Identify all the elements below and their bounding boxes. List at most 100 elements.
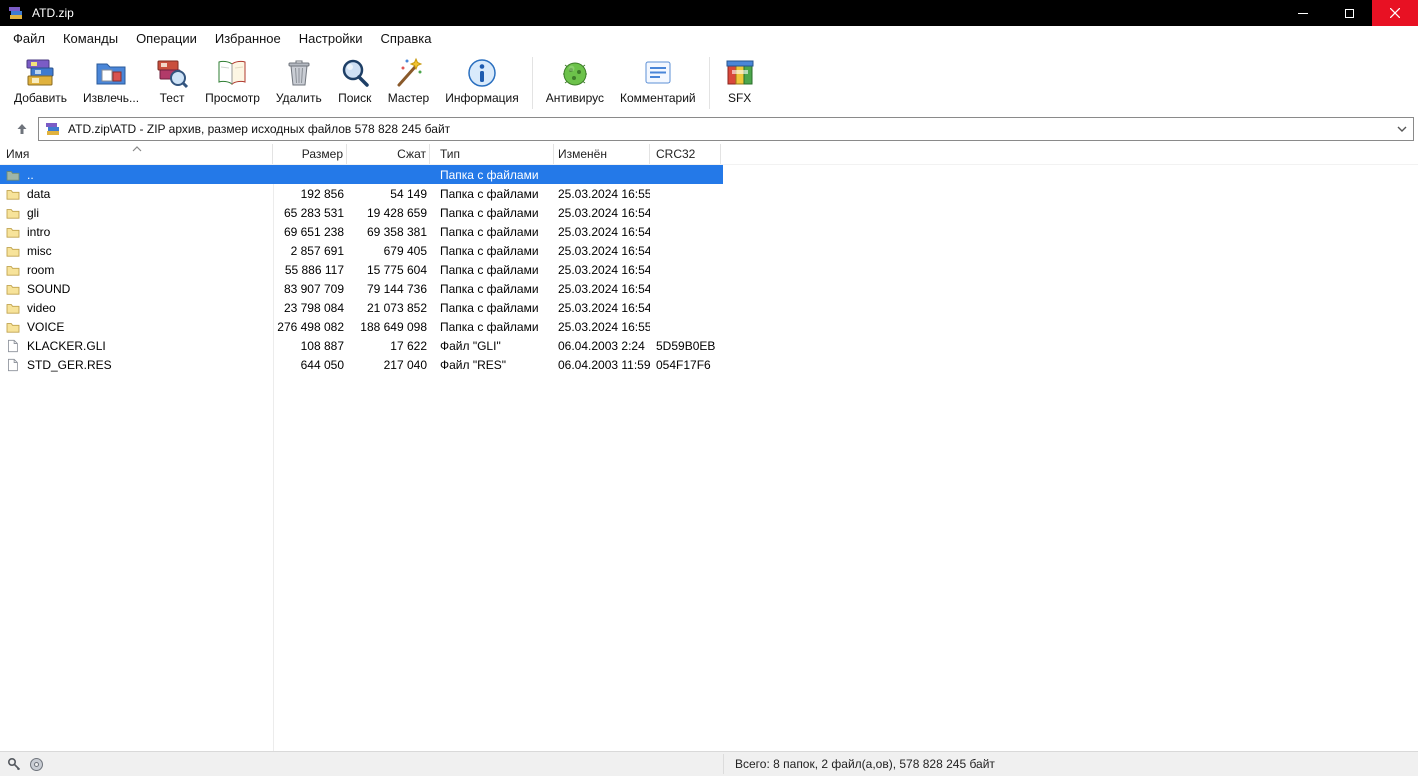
view-button-label: Просмотр — [205, 91, 260, 105]
cell-size: 276 498 082 — [277, 319, 344, 334]
cell-crc — [650, 260, 721, 279]
disk-icon[interactable] — [29, 757, 44, 772]
menu-favorites[interactable]: Избранное — [206, 28, 290, 49]
search-icon — [338, 56, 372, 90]
key-icon[interactable] — [7, 757, 22, 772]
test-button[interactable]: Тест — [147, 54, 197, 105]
folder-icon — [6, 302, 22, 314]
column-header-crc32[interactable]: CRC32 — [650, 144, 721, 164]
cell-name: STD_GER.RES — [0, 355, 273, 374]
sort-ascending-icon — [130, 144, 144, 152]
antivirus-button-label: Антивирус — [545, 91, 605, 105]
cell-name: .. — [0, 165, 273, 184]
comment-button[interactable]: Комментарий — [612, 54, 704, 105]
address-combobox[interactable]: ATD.zip\ATD - ZIP архив, размер исходных… — [38, 117, 1414, 141]
column-header-type[interactable]: Тип — [430, 144, 554, 164]
info-button[interactable]: Информация — [437, 54, 526, 105]
statusbar-divider — [723, 754, 724, 774]
cell-packed: 188 649 098 — [360, 319, 427, 334]
menu-operations[interactable]: Операции — [127, 28, 206, 49]
close-button[interactable] — [1372, 0, 1418, 26]
table-row[interactable]: SOUND 83 907 709 79 144 736 Папка с файлами… — [0, 279, 723, 298]
cell-modified: 25.03.2024 16:54 — [558, 281, 650, 296]
cell-packed — [347, 165, 430, 184]
cell-type: Папка с файлами — [440, 300, 539, 315]
cell-modified: 25.03.2024 16:55 — [558, 319, 650, 334]
sfx-button-label: SFX — [727, 91, 752, 105]
cell-modified: 06.04.2003 11:59 — [558, 357, 650, 372]
file-name: gli — [27, 205, 40, 220]
cell-name: data — [0, 184, 273, 203]
table-row[interactable]: data 192 856 54 149 Папка с файлами 25.03.20… — [0, 184, 723, 203]
column-header-modified[interactable]: Изменён — [554, 144, 650, 164]
cell-crc — [650, 241, 721, 260]
menu-help[interactable]: Справка — [372, 28, 441, 49]
extract-icon — [94, 56, 128, 90]
cell-size: 192 856 — [300, 186, 344, 201]
column-headers: Имя Размер Сжат Тип Изменён CRC32 — [0, 144, 1418, 165]
cell-crc — [650, 203, 721, 222]
table-row[interactable]: misc 2 857 691 679 405 Папка с файлами 25.03… — [0, 241, 723, 260]
cell-size: 108 887 — [300, 338, 344, 353]
test-button-label: Тест — [159, 91, 185, 105]
view-button[interactable]: Просмотр — [197, 54, 268, 105]
search-button-label: Поиск — [338, 91, 372, 105]
up-button[interactable] — [6, 117, 38, 141]
file-list-panel: Имя Размер Сжат Тип Изменён CRC32 .. Папк… — [0, 144, 1418, 751]
maximize-icon — [1344, 8, 1354, 18]
cell-name: VOICE — [0, 317, 273, 336]
cell-packed: 679 405 — [383, 243, 427, 258]
cell-type: Файл "RES" — [440, 357, 507, 372]
cell-name: misc — [0, 241, 273, 260]
table-row[interactable]: intro 69 651 238 69 358 381 Папка с файлами… — [0, 222, 723, 241]
table-row[interactable]: .. Папка с файлами — [0, 165, 723, 184]
table-row[interactable]: KLACKER.GLI 108 887 17 622 Файл "GLI" 06.04.… — [0, 336, 723, 355]
table-row[interactable]: room 55 886 117 15 775 604 Папка с файлами 2… — [0, 260, 723, 279]
cell-type: Папка с файлами — [440, 186, 539, 201]
addressbar: ATD.zip\ATD - ZIP архив, размер исходных… — [0, 116, 1418, 144]
cell-modified: 25.03.2024 16:54 — [558, 300, 650, 315]
column-header-packed[interactable]: Сжат — [347, 144, 430, 164]
cell-crc — [650, 317, 721, 336]
cell-size: 55 886 117 — [284, 262, 344, 277]
minimize-button[interactable] — [1280, 0, 1326, 26]
file-name: SOUND — [27, 281, 71, 296]
status-total: Всего: 8 папок, 2 файл(а,ов), 578 828 24… — [735, 757, 995, 771]
table-row[interactable]: video 23 798 084 21 073 852 Папка с файлами… — [0, 298, 723, 317]
close-icon — [1390, 8, 1400, 18]
add-button[interactable]: Добавить — [6, 54, 75, 105]
menu-commands[interactable]: Команды — [54, 28, 127, 49]
toolbar: Добавить Извлечь... Тест Просмотр Удалит… — [0, 50, 1418, 116]
info-icon — [465, 56, 499, 90]
cell-type: Папка с файлами — [440, 224, 539, 239]
search-button[interactable]: Поиск — [330, 54, 380, 105]
file-name: intro — [27, 224, 51, 239]
cell-packed: 217 040 — [383, 357, 427, 372]
file-name: room — [27, 262, 55, 277]
menu-file[interactable]: Файл — [4, 28, 54, 49]
cell-crc — [650, 165, 721, 184]
delete-button[interactable]: Удалить — [268, 54, 330, 105]
cell-modified: 25.03.2024 16:54 — [558, 243, 650, 258]
maximize-button[interactable] — [1326, 0, 1372, 26]
antivirus-button[interactable]: Антивирус — [538, 54, 612, 105]
folder-icon — [6, 321, 22, 333]
table-row[interactable]: gli 65 283 531 19 428 659 Папка с файлами 25… — [0, 203, 723, 222]
folder-icon — [6, 264, 22, 276]
file-list: .. Папка с файлами data 192 856 54 149 Папка … — [0, 165, 1418, 374]
cell-packed: 21 073 852 — [366, 300, 427, 315]
wizard-button[interactable]: Мастер — [380, 54, 438, 105]
menu-settings[interactable]: Настройки — [290, 28, 372, 49]
folder-icon — [6, 245, 22, 257]
extract-button[interactable]: Извлечь... — [75, 54, 147, 105]
cell-size — [273, 165, 347, 184]
view-icon — [215, 56, 249, 90]
sfx-button[interactable]: SFX — [715, 54, 765, 105]
cell-size: 69 651 238 — [283, 224, 344, 239]
chevron-down-icon[interactable] — [1391, 126, 1407, 132]
cell-name: video — [0, 298, 273, 317]
table-row[interactable]: STD_GER.RES 644 050 217 040 Файл "RES" 06.04… — [0, 355, 723, 374]
column-header-size[interactable]: Размер — [273, 144, 347, 164]
wizard-button-label: Мастер — [387, 91, 430, 105]
table-row[interactable]: VOICE 276 498 082 188 649 098 Папка с файла… — [0, 317, 723, 336]
